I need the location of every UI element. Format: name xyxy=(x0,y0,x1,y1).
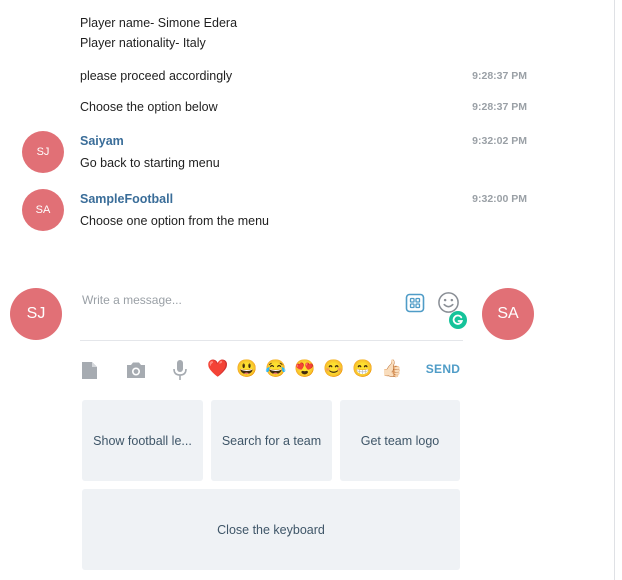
message-timestamp: 9:32:02 PM xyxy=(472,135,527,147)
message-text-player-nationality: Player nationality- Italy xyxy=(80,36,206,50)
keyboard-button-search-team[interactable]: Search for a team xyxy=(211,400,332,481)
emoji-blush[interactable]: 😊 xyxy=(323,358,345,380)
attach-photo-button[interactable] xyxy=(124,360,148,380)
microphone-icon xyxy=(173,360,187,380)
message-timestamp: 9:32:00 PM xyxy=(472,193,527,205)
emoji-tears-of-joy[interactable]: 😂 xyxy=(265,358,287,380)
grammarly-badge-icon xyxy=(449,311,467,329)
keyboard-button-show-football-leagues[interactable]: Show football le... xyxy=(82,400,203,481)
document-icon xyxy=(81,361,97,379)
message-author-saiyam[interactable]: Saiyam xyxy=(80,134,124,148)
message-text-proceed: please proceed accordingly xyxy=(80,69,233,83)
message-text-go-back: Go back to starting menu xyxy=(80,156,220,170)
camera-icon xyxy=(127,362,145,378)
message-timestamp: 9:28:37 PM xyxy=(472,101,527,113)
avatar-samplefootball[interactable]: SA xyxy=(22,189,64,231)
emoji-thumbs-up[interactable]: 👍🏻 xyxy=(381,358,403,380)
peer-avatar[interactable]: SA xyxy=(482,288,534,340)
message-text-choose: Choose the option below xyxy=(80,100,218,114)
bot-keyboard-toggle[interactable] xyxy=(404,292,426,314)
voice-message-button[interactable] xyxy=(170,358,190,382)
emoji-smile[interactable]: 😃 xyxy=(236,358,258,380)
keyboard-button-close-keyboard[interactable]: Close the keyboard xyxy=(82,489,460,570)
composer-divider xyxy=(80,340,463,341)
avatar-saiyam[interactable]: SJ xyxy=(22,131,64,173)
message-timestamp: 9:28:37 PM xyxy=(472,70,527,82)
keyboard-button-get-team-logo[interactable]: Get team logo xyxy=(340,400,460,481)
message-input[interactable] xyxy=(80,288,394,312)
attach-file-button[interactable] xyxy=(80,360,98,380)
grammarly-icon[interactable] xyxy=(449,311,467,329)
keyboard-grid-icon xyxy=(405,293,425,313)
user-avatar[interactable]: SJ xyxy=(10,288,62,340)
message-author-samplefootball[interactable]: SampleFootball xyxy=(80,192,173,206)
emoji-heart-eyes[interactable]: 😍 xyxy=(294,358,316,380)
chat-panel-border xyxy=(614,0,615,580)
emoji-heart[interactable]: ❤️ xyxy=(207,358,229,380)
emoji-grin[interactable]: 😁 xyxy=(352,358,374,380)
message-text-player-name: Player name- Simone Edera xyxy=(80,16,238,30)
message-text-choose-menu: Choose one option from the menu xyxy=(80,214,270,228)
send-button[interactable]: SEND xyxy=(420,362,466,378)
